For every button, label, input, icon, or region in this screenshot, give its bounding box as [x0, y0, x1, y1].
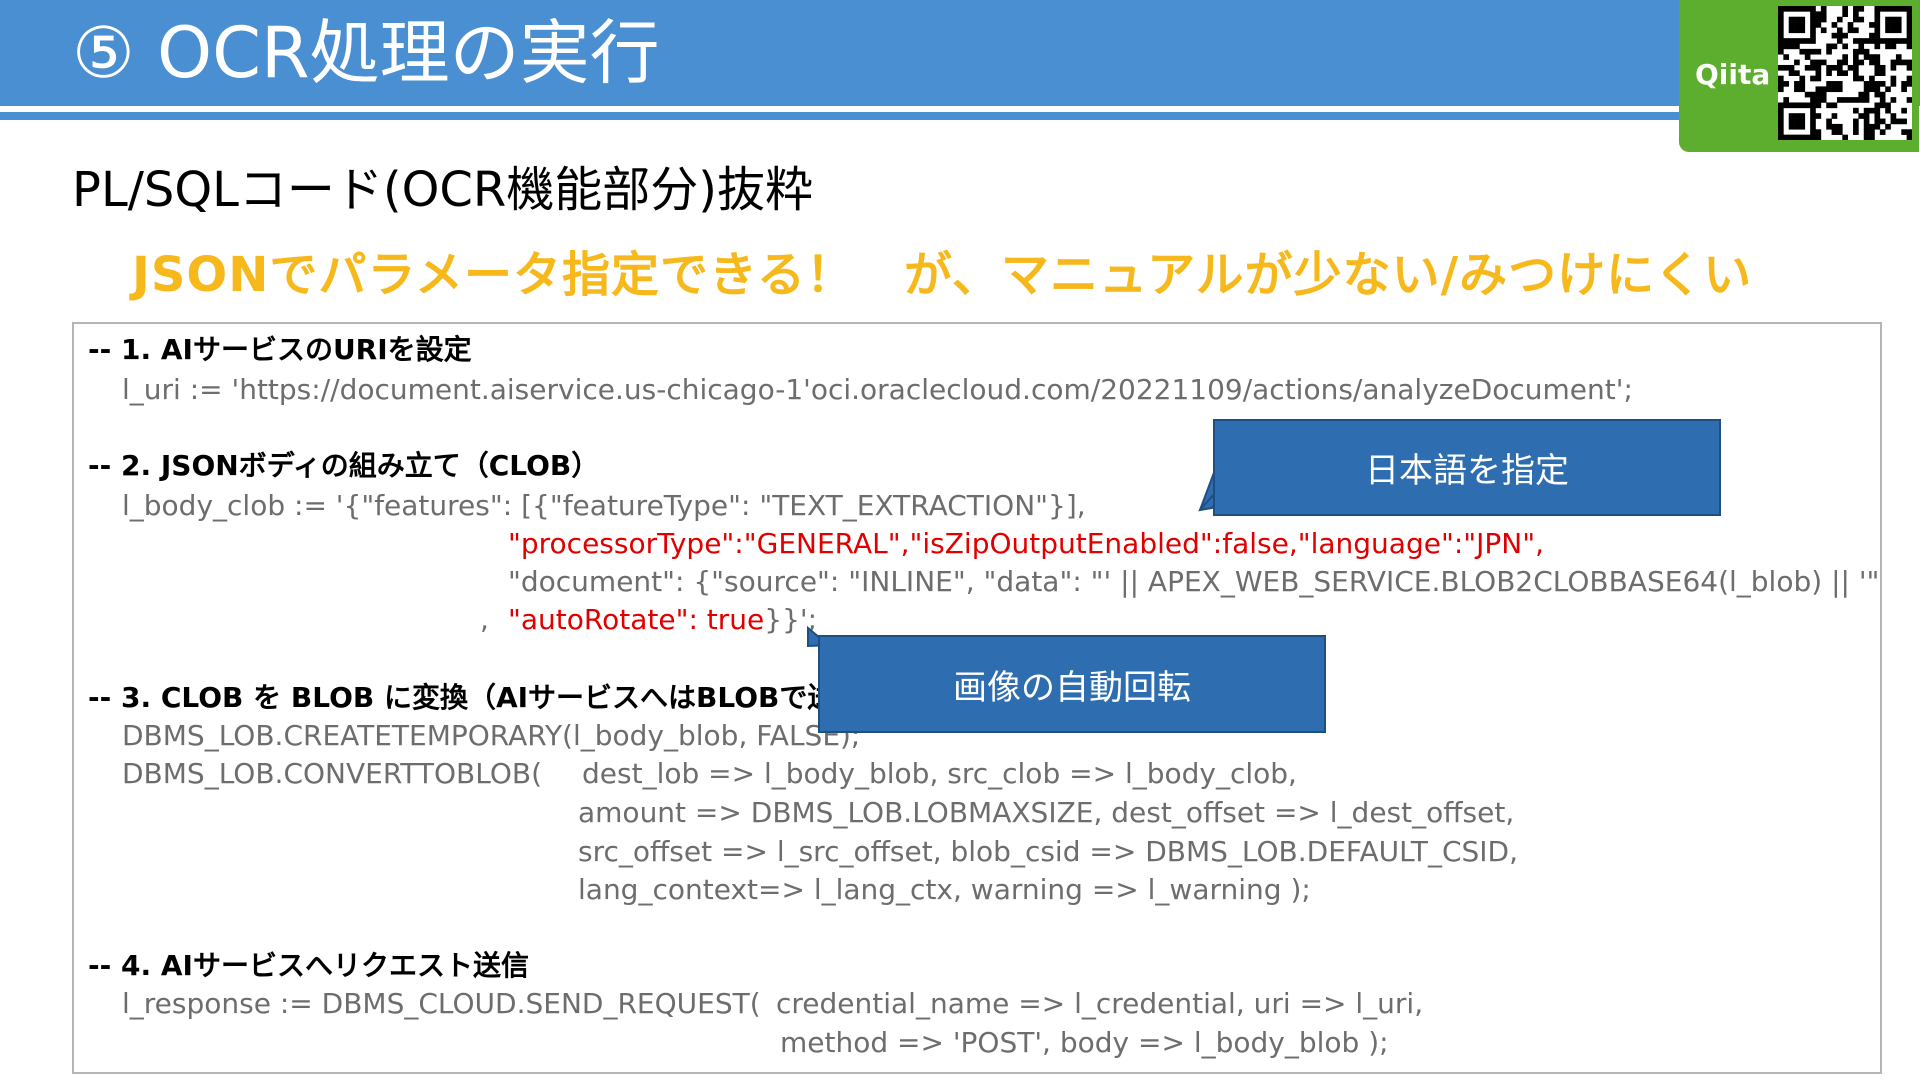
rotate-callout: 画像の自動回転 [818, 635, 1326, 733]
title-underline [0, 112, 1680, 120]
code-comma: , [480, 603, 489, 636]
code-line-highlight: "processorType":"GENERAL","isZipOutputEn… [508, 527, 1545, 560]
code-autorotate: "autoRotate": true [508, 603, 765, 636]
language-callout: 日本語を指定 [1213, 419, 1721, 516]
code-line: DBMS_LOB.CREATETEMPORARY(l_body_blob, FA… [122, 719, 861, 752]
code-comment-1: -- 1. AIサービスのURIを設定 [88, 333, 472, 366]
code-line: "document": {"source": "INLINE", "data":… [508, 565, 1880, 598]
code-comment-2: -- 2. JSONボディの組み立て（CLOB） [88, 449, 600, 482]
language-callout-text: 日本語を指定 [1365, 451, 1569, 491]
highlight-note: JSONでパラメータ指定できる！ が、マニュアルが少ない/みつけにくい [132, 247, 1753, 303]
code-line: dest_lob => l_body_blob, src_clob => l_b… [582, 757, 1297, 790]
code-line: l_uri := 'https://document.aiservice.us-… [122, 373, 1633, 406]
code-close: }}'; [764, 603, 818, 636]
code-comment-4: -- 4. AIサービスへリクエスト送信 [88, 949, 529, 982]
code-line: method => 'POST', body => l_body_blob ); [780, 1026, 1389, 1059]
qiita-badge[interactable]: Qiita [1679, 0, 1919, 152]
code-line: l_body_clob := '{"features": [{"featureT… [122, 489, 1086, 522]
code-line: src_offset => l_src_offset, blob_csid =>… [578, 835, 1518, 868]
code-line: credential_name => l_credential, uri => … [776, 987, 1424, 1020]
code-comment-3: -- 3. CLOB を BLOB に変換（AIサービスへはBLOBで送 [88, 681, 836, 714]
code-line: l_response := DBMS_CLOUD.SEND_REQUEST( [122, 987, 761, 1020]
qiita-label: Qiita [1695, 58, 1771, 91]
qr-code-icon[interactable] [1778, 6, 1913, 141]
code-line: DBMS_LOB.CONVERTTOBLOB( [122, 757, 542, 790]
rotate-callout-text: 画像の自動回転 [953, 667, 1191, 708]
code-line: "autoRotate": true}}'; [508, 602, 817, 638]
code-line: lang_context=> l_lang_ctx, warning => l_… [578, 873, 1311, 906]
subtitle: PL/SQLコード(OCR機能部分)抜粋 [72, 162, 813, 218]
code-line: amount => DBMS_LOB.LOBMAXSIZE, dest_offs… [578, 796, 1515, 829]
slide-title: ⑤ OCR処理の実行 [72, 12, 660, 94]
